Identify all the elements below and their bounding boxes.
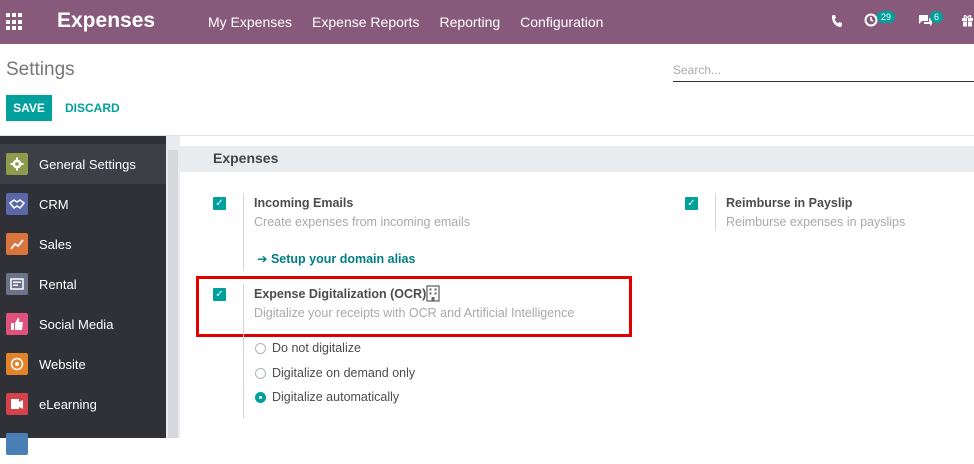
sidebar-item-label: eLearning [39, 396, 97, 412]
apps-menu-icon[interactable] [6, 13, 24, 31]
section-header [180, 146, 974, 172]
sidebar-item-rental[interactable]: Rental [0, 264, 166, 304]
handshake-icon [6, 193, 28, 215]
main-menu: My Expenses Expense Reports Reporting Co… [198, 0, 613, 44]
ocr-title: Expense Digitalization (OCR) [254, 287, 427, 301]
reimburse-payslip-title: Reimburse in Payslip [726, 196, 853, 210]
sidebar-item-label: Website [39, 356, 86, 372]
scrollbar[interactable] [168, 150, 178, 438]
globe-icon [6, 353, 28, 375]
sidebar-item-label: General Settings [39, 156, 136, 172]
rental-icon [6, 273, 28, 295]
radio-do-not-digitalize[interactable] [255, 343, 266, 354]
sidebar-item-label: CRM [39, 196, 69, 212]
incoming-emails-checkbox[interactable]: ✓ [213, 197, 226, 210]
menu-expense-reports[interactable]: Expense Reports [302, 0, 429, 44]
thumbs-up-icon [6, 313, 28, 335]
sidebar-item-crm[interactable]: CRM [0, 184, 166, 224]
radio-label: Digitalize on demand only [272, 366, 416, 380]
reimburse-payslip-checkbox[interactable]: ✓ [685, 197, 698, 210]
messages-count-badge: 6 [930, 11, 944, 23]
sidebar-item-label: Rental [39, 276, 77, 292]
incoming-emails-description: Create expenses from incoming emails [254, 215, 471, 229]
sidebar-item-social-media[interactable]: Social Media [0, 304, 166, 344]
enterprise-building-icon [426, 285, 440, 307]
settings-sidebar: General Settings CRM Sales Rental Social… [0, 136, 166, 455]
sidebar-item-label: Sales [39, 236, 72, 252]
radio-digitalize-on-demand[interactable] [255, 368, 266, 379]
top-navbar: Expenses My Expenses Expense Reports Rep… [0, 0, 974, 44]
radio-digitalize-automatically[interactable] [255, 392, 266, 403]
activity-count-badge: 29 [877, 11, 896, 23]
sidebar-item-sales[interactable]: Sales [0, 224, 166, 264]
radio-label: Do not digitalize [272, 341, 361, 355]
search-input[interactable] [673, 58, 974, 82]
elearning-icon [6, 393, 28, 415]
setup-domain-alias-link[interactable]: ➔ Setup your domain alias [257, 251, 415, 266]
phone-icon[interactable] [831, 14, 843, 33]
app-title[interactable]: Expenses [57, 9, 155, 33]
menu-reporting[interactable]: Reporting [429, 0, 510, 44]
incoming-emails-title: Incoming Emails [254, 196, 354, 210]
chart-icon [6, 233, 28, 255]
sidebar-item-website[interactable]: Website [0, 344, 166, 384]
ocr-checkbox[interactable]: ✓ [213, 288, 226, 301]
setting-divider [243, 193, 244, 271]
setting-divider [243, 284, 244, 418]
ocr-description: Digitalize your receipts with OCR and Ar… [254, 306, 575, 320]
section-title: Expenses [213, 150, 279, 166]
gear-icon [6, 153, 28, 175]
radio-label: Digitalize automatically [272, 390, 400, 404]
sidebar-item-next[interactable] [0, 424, 166, 464]
setup-domain-alias-label: Setup your domain alias [270, 252, 416, 266]
save-button[interactable]: SAVE [6, 95, 52, 121]
setting-divider [715, 193, 716, 231]
arrow-right-icon: ➔ [257, 252, 271, 266]
gift-icon[interactable] [961, 14, 974, 32]
discard-button[interactable]: DISCARD [65, 95, 120, 121]
sidebar-item-label: Social Media [39, 316, 114, 332]
activity-clock-icon[interactable] [864, 13, 878, 32]
menu-configuration[interactable]: Configuration [510, 0, 613, 44]
sidebar-item-general-settings[interactable]: General Settings [0, 144, 166, 184]
app-icon [6, 433, 28, 455]
reimburse-payslip-description: Reimburse expenses in payslips [726, 215, 906, 229]
menu-my-expenses[interactable]: My Expenses [198, 0, 302, 44]
page-title: Settings [6, 59, 75, 80]
sidebar-item-elearning[interactable]: eLearning [0, 384, 166, 424]
